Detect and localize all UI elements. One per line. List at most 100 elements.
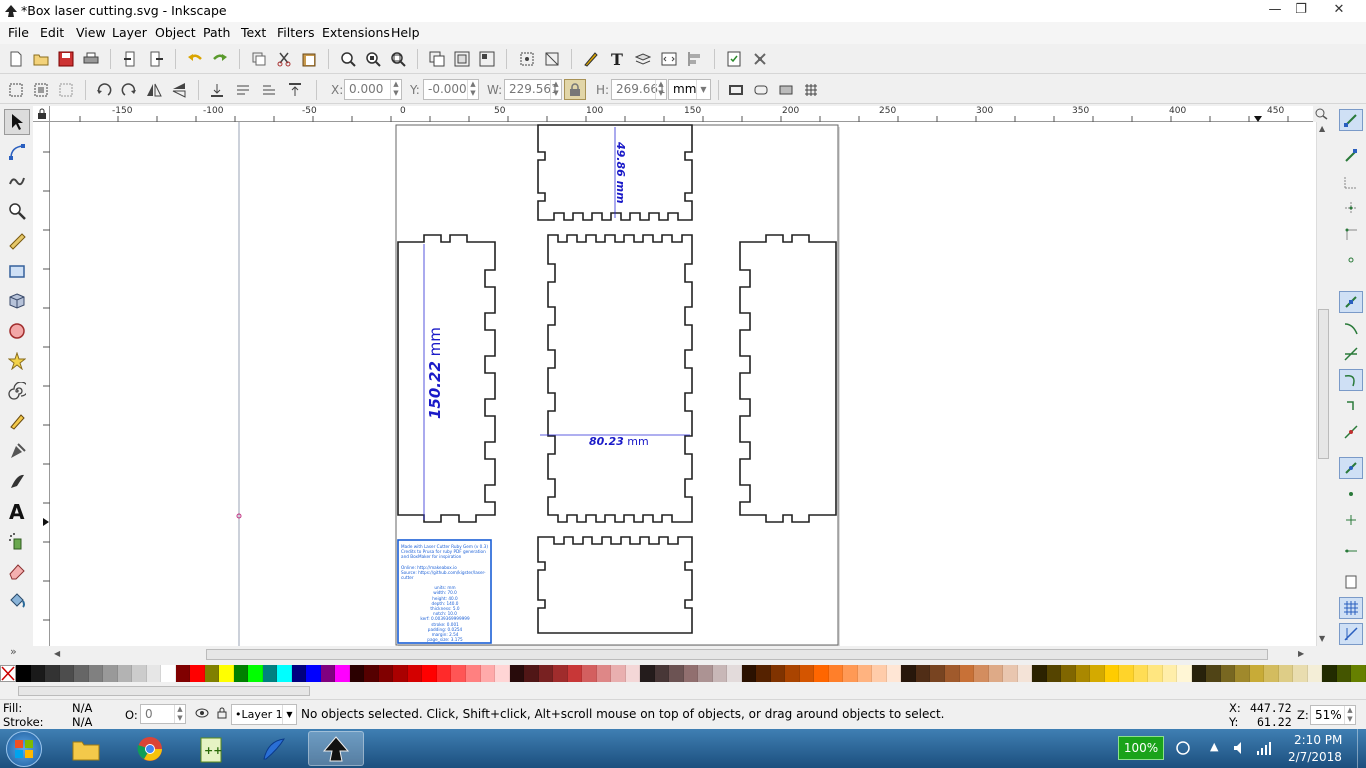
text-tool-icon[interactable]: A bbox=[4, 498, 30, 524]
snap-line-midpoints-icon[interactable] bbox=[1339, 421, 1363, 443]
color-swatch[interactable] bbox=[291, 665, 307, 682]
color-swatch[interactable] bbox=[509, 665, 525, 682]
group-icon[interactable] bbox=[426, 48, 448, 70]
color-swatch[interactable] bbox=[1061, 665, 1076, 682]
color-swatch[interactable] bbox=[161, 665, 176, 682]
color-swatch[interactable] bbox=[974, 665, 989, 682]
color-swatch[interactable] bbox=[945, 665, 960, 682]
pencil-tool-icon[interactable] bbox=[4, 408, 30, 434]
measure-tool-icon[interactable] bbox=[4, 228, 30, 254]
zoom-field[interactable]: 51% ▲ ▼ bbox=[1310, 705, 1356, 725]
snap-paths-icon[interactable] bbox=[1339, 317, 1363, 339]
color-swatch[interactable] bbox=[1003, 665, 1018, 682]
menu-filters[interactable]: Filters bbox=[277, 25, 314, 40]
color-swatch[interactable] bbox=[1017, 665, 1033, 682]
color-swatch[interactable] bbox=[1104, 665, 1120, 682]
menu-edit[interactable]: Edit bbox=[40, 25, 64, 40]
flip-horizontal-icon[interactable] bbox=[143, 79, 165, 101]
color-swatch[interactable] bbox=[103, 665, 118, 682]
taskbar-inkscape[interactable] bbox=[308, 731, 364, 766]
color-swatch[interactable] bbox=[654, 665, 670, 682]
color-swatch[interactable] bbox=[524, 665, 539, 682]
color-swatch[interactable] bbox=[117, 665, 133, 682]
deselect-icon[interactable] bbox=[55, 79, 77, 101]
zoom-tool-icon[interactable] bbox=[4, 198, 30, 224]
redo-icon[interactable] bbox=[209, 48, 231, 70]
layer-dropdown-icon[interactable]: ▼ bbox=[282, 705, 296, 724]
h-stepper-icon[interactable]: ▲ ▼ bbox=[655, 80, 666, 99]
pen-tool-icon[interactable] bbox=[4, 438, 30, 464]
paint-bucket-tool-icon[interactable] bbox=[4, 588, 30, 614]
zoom-corner-icon[interactable] bbox=[1313, 106, 1331, 122]
color-swatch[interactable] bbox=[16, 665, 31, 682]
color-swatch[interactable] bbox=[1249, 665, 1265, 682]
snap-others-icon[interactable] bbox=[1339, 457, 1363, 479]
duplicate-icon[interactable] bbox=[248, 48, 270, 70]
snap-nodes-icon[interactable] bbox=[1339, 291, 1363, 313]
color-swatch[interactable] bbox=[1278, 665, 1294, 682]
snap-rotation-center-icon[interactable] bbox=[1339, 509, 1363, 531]
snap-guides-icon[interactable] bbox=[1339, 623, 1363, 645]
color-swatch[interactable] bbox=[1191, 665, 1207, 682]
x-stepper-icon[interactable]: ▲ ▼ bbox=[390, 80, 401, 99]
zoom-stepper-icon[interactable]: ▲ ▼ bbox=[1344, 706, 1355, 724]
text-font-icon[interactable]: T bbox=[606, 48, 628, 70]
color-swatch[interactable] bbox=[843, 665, 858, 682]
h-field[interactable]: 269.661 ▲ ▼ bbox=[611, 79, 667, 100]
undo-icon[interactable] bbox=[184, 48, 206, 70]
paste-icon[interactable] bbox=[298, 48, 320, 70]
color-swatch[interactable] bbox=[770, 665, 786, 682]
show-hidden-icons-icon[interactable]: ▲ bbox=[1210, 740, 1218, 753]
color-swatch[interactable] bbox=[59, 665, 75, 682]
menu-extensions[interactable]: Extensions bbox=[322, 25, 390, 40]
color-swatch[interactable] bbox=[1177, 665, 1192, 682]
unit-dropdown-icon[interactable]: ▼ bbox=[696, 80, 710, 99]
color-swatch[interactable] bbox=[698, 665, 713, 682]
ungroup-icon[interactable] bbox=[451, 48, 473, 70]
color-swatch[interactable] bbox=[915, 665, 931, 682]
clone-icon[interactable] bbox=[476, 48, 498, 70]
snap-object-center-icon[interactable] bbox=[1339, 483, 1363, 505]
save-icon[interactable] bbox=[55, 48, 77, 70]
snap-bbox-icon[interactable] bbox=[1339, 145, 1363, 167]
color-swatch[interactable] bbox=[1133, 665, 1149, 682]
cut-icon[interactable] bbox=[273, 48, 295, 70]
color-swatch[interactable] bbox=[262, 665, 278, 682]
maximize-button[interactable]: ❐ bbox=[1288, 1, 1314, 19]
node-editor-toggle-icon[interactable] bbox=[516, 48, 538, 70]
color-swatch[interactable] bbox=[88, 665, 104, 682]
color-swatch[interactable] bbox=[190, 665, 205, 682]
open-folder-icon[interactable] bbox=[30, 48, 52, 70]
opacity-stepper-icon[interactable]: ▲ ▼ bbox=[174, 705, 185, 723]
w-field[interactable]: 229.561 ▲ ▼ bbox=[504, 79, 562, 100]
color-swatch[interactable] bbox=[814, 665, 829, 682]
zoom-drawing-icon[interactable] bbox=[362, 48, 384, 70]
rotate-ccw-icon[interactable] bbox=[93, 79, 115, 101]
color-swatch[interactable] bbox=[741, 665, 757, 682]
color-swatch[interactable] bbox=[349, 665, 365, 682]
color-swatch[interactable] bbox=[45, 665, 60, 682]
vertical-scroll-thumb[interactable] bbox=[1318, 309, 1329, 459]
color-swatch[interactable] bbox=[886, 665, 902, 682]
import-icon[interactable] bbox=[120, 48, 142, 70]
stroke-value[interactable]: N/A bbox=[72, 715, 92, 729]
x-field[interactable]: 0.000 ▲ ▼ bbox=[344, 79, 402, 100]
color-swatch[interactable] bbox=[611, 665, 626, 682]
opacity-field[interactable]: 0 ▲ ▼ bbox=[140, 704, 186, 724]
zoom-page-icon[interactable] bbox=[387, 48, 409, 70]
color-swatch[interactable] bbox=[988, 665, 1004, 682]
color-swatch[interactable] bbox=[248, 665, 263, 682]
lower-to-bottom-icon[interactable] bbox=[206, 79, 228, 101]
color-swatch[interactable] bbox=[553, 665, 568, 682]
color-swatch[interactable] bbox=[451, 665, 466, 682]
rotate-cw-icon[interactable] bbox=[118, 79, 140, 101]
color-swatch[interactable] bbox=[407, 665, 423, 682]
taskbar-explorer[interactable] bbox=[58, 731, 114, 766]
color-swatch[interactable] bbox=[1293, 665, 1308, 682]
3d-box-tool-icon[interactable] bbox=[4, 288, 30, 314]
color-swatch[interactable] bbox=[828, 665, 844, 682]
move-patterns-icon[interactable] bbox=[800, 79, 822, 101]
layers-icon[interactable] bbox=[632, 48, 654, 70]
color-swatch[interactable] bbox=[277, 665, 292, 682]
color-swatch[interactable] bbox=[1162, 665, 1178, 682]
